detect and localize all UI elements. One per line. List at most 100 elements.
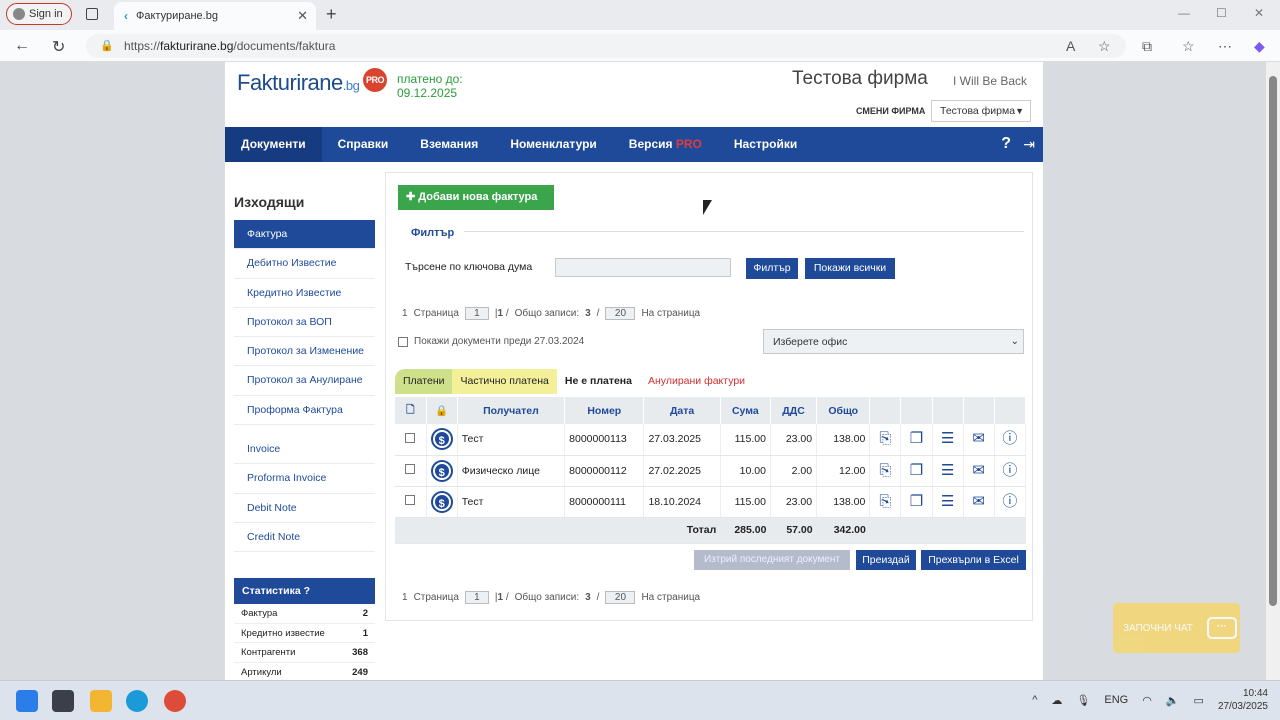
nav-reports[interactable]: Справки	[322, 127, 405, 162]
question-icon[interactable]: ?	[304, 585, 310, 597]
sidebar-item-cancel-protocol[interactable]: Протокол за Анулиране	[234, 366, 375, 396]
chrome-icon[interactable]	[164, 690, 186, 712]
reissue-button[interactable]: Преиздай	[856, 550, 916, 570]
per-page-input[interactable]: 20	[605, 591, 636, 604]
help-icon[interactable]: ?	[1001, 135, 1011, 153]
refresh-icon[interactable]: ↻	[52, 37, 65, 57]
url-field[interactable]: 🔒 https://fakturirane.bg/documents/faktu…	[86, 34, 1126, 58]
language-indicator[interactable]: ENG	[1104, 694, 1128, 706]
info-icon[interactable]: ⓘ	[1001, 429, 1019, 449]
tab-paid[interactable]: Платени	[395, 369, 453, 394]
col-vat[interactable]: ДДС	[770, 397, 818, 424]
close-tab-icon[interactable]: ✕	[297, 8, 308, 24]
start-chat-widget[interactable]: ЗАПОЧНИ ЧАТ ···	[1113, 603, 1240, 653]
sidebar-item-credit-note-en[interactable]: Credit Note	[234, 523, 375, 553]
browser-tab-active[interactable]: ‹ Фактуриране.bg ✕	[114, 2, 316, 30]
copy-icon[interactable]: ❐	[907, 492, 925, 512]
sidebar-item-proforma-en[interactable]: Proforma Invoice	[234, 464, 375, 494]
sidebar-item-debit-note-en[interactable]: Debit Note	[234, 494, 375, 523]
tab-partially-paid[interactable]: Частично платена	[452, 369, 557, 394]
tab-unpaid[interactable]: Не е платена	[556, 369, 640, 394]
search-input[interactable]	[555, 258, 731, 277]
logout-icon[interactable]: ⇥	[1023, 136, 1035, 153]
favorite-star-icon[interactable]: ☆	[1098, 38, 1111, 55]
export-excel-button[interactable]: Прехвърли в Excel	[921, 550, 1026, 570]
col-total[interactable]: Общо	[816, 397, 871, 424]
document-icon[interactable]: ☰	[939, 461, 957, 481]
col-sum[interactable]: Сума	[720, 397, 771, 424]
company-select[interactable]: Тестова фирма ▼	[931, 100, 1031, 122]
payment-status-icon[interactable]: $	[432, 430, 451, 449]
file-explorer-icon[interactable]	[90, 690, 112, 712]
back-icon[interactable]: ←	[14, 37, 30, 55]
nav-receivables[interactable]: Вземания	[404, 127, 494, 162]
sidebar-item-credit-note-bg[interactable]: Кредитно Известие	[234, 279, 375, 308]
nav-version[interactable]: Версия PRO	[613, 127, 718, 162]
per-page-input[interactable]: 20	[605, 307, 636, 320]
col-number[interactable]: Номер	[564, 397, 645, 424]
new-tab-icon[interactable]: +	[326, 4, 337, 25]
wifi-icon[interactable]: ◠	[1142, 694, 1152, 707]
old-docs-option[interactable]: Покажи документи преди 27.03.2024	[398, 336, 584, 347]
pdf-icon[interactable]: ⎘	[876, 461, 894, 481]
clock[interactable]: 10:44 27/03/2025	[1218, 687, 1268, 713]
sidebar-item-change-protocol[interactable]: Протокол за Изменение	[234, 337, 375, 367]
payment-status-icon[interactable]: $	[432, 492, 451, 511]
start-icon[interactable]	[16, 690, 38, 712]
page-scrollbar[interactable]	[1266, 62, 1280, 680]
copy-icon[interactable]: ❐	[907, 429, 925, 449]
pager-first[interactable]: 1	[402, 592, 408, 603]
email-icon[interactable]: ✉	[970, 492, 988, 512]
email-icon[interactable]: ✉	[970, 461, 988, 481]
row-checkbox[interactable]	[405, 495, 416, 505]
minimize-icon[interactable]: —	[1178, 6, 1190, 20]
sidebar-item-debit-note-bg[interactable]: Дебитно Известие	[234, 249, 375, 279]
volume-icon[interactable]: 🔈	[1166, 694, 1180, 707]
old-docs-checkbox[interactable]	[398, 336, 408, 347]
pager-first[interactable]: 1	[402, 308, 408, 319]
tab-cancelled[interactable]: Анулирани фактури	[640, 369, 753, 394]
pdf-icon[interactable]: ⎘	[876, 429, 894, 449]
pdf-icon[interactable]: ⎘	[876, 492, 894, 512]
page-input[interactable]: 1	[464, 591, 489, 604]
info-icon[interactable]: ⓘ	[1001, 492, 1019, 512]
tray-chevron-icon[interactable]: ^	[1032, 694, 1037, 706]
filter-button[interactable]: Филтър	[746, 258, 798, 279]
add-invoice-button[interactable]: ✚ Добави нова фактура	[398, 185, 554, 210]
copilot-icon[interactable]: ◆	[1254, 38, 1265, 55]
sidebar-item-invoice-bg[interactable]: Фактура	[234, 220, 375, 250]
payment-status-icon[interactable]: $	[432, 461, 451, 480]
sidebar-item-proforma-bg[interactable]: Проформа Фактура	[234, 396, 375, 426]
microphone-icon[interactable]: 🎙	[1076, 694, 1090, 707]
onedrive-icon[interactable]: ☁	[1051, 694, 1062, 707]
read-aloud-icon[interactable]: A	[1066, 38, 1075, 54]
nav-settings[interactable]: Настройки	[718, 127, 813, 162]
favorites-icon[interactable]: ☆	[1182, 38, 1195, 55]
delete-last-button[interactable]: Изтрий последният документ	[694, 550, 850, 570]
nav-nomenclatures[interactable]: Номенклатури	[494, 127, 612, 162]
nav-documents[interactable]: Документи	[225, 127, 322, 162]
battery-icon[interactable]: ▭	[1194, 694, 1204, 707]
row-checkbox[interactable]	[405, 432, 416, 443]
page-input[interactable]: 1	[464, 307, 489, 320]
office-select[interactable]: Изберете офис ⌄	[763, 329, 1024, 354]
extensions-icon[interactable]: ⧉	[1142, 38, 1152, 55]
document-icon[interactable]: ☰	[939, 492, 957, 512]
tab-actions-icon[interactable]	[86, 8, 98, 20]
fakturirane-logo[interactable]: Fakturirane.bg PRO	[237, 68, 387, 96]
task-view-icon[interactable]	[52, 690, 74, 712]
sign-in-button[interactable]: Sign in	[6, 3, 72, 25]
col-date[interactable]: Дата	[643, 397, 721, 424]
copy-icon[interactable]: ❐	[907, 461, 925, 481]
edge-icon[interactable]	[126, 690, 148, 712]
maximize-icon[interactable]: ☐	[1216, 6, 1227, 20]
sidebar-item-invoice-en[interactable]: Invoice	[234, 435, 375, 465]
scrollbar-thumb[interactable]	[1269, 76, 1277, 606]
close-window-icon[interactable]: ✕	[1254, 6, 1264, 20]
document-icon[interactable]: ☰	[939, 429, 957, 449]
email-icon[interactable]: ✉	[970, 429, 988, 449]
info-icon[interactable]: ⓘ	[1001, 461, 1019, 481]
col-recipient[interactable]: Получател	[457, 397, 566, 424]
row-checkbox[interactable]	[405, 464, 416, 474]
show-all-button[interactable]: Покажи всички	[805, 258, 895, 279]
